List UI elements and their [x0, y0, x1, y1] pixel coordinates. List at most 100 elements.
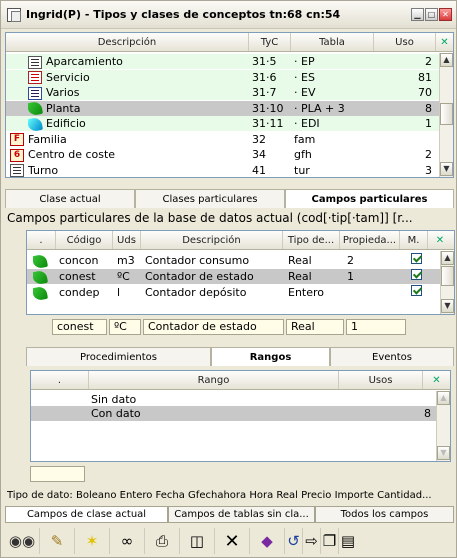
col-m[interactable]: M.	[400, 231, 428, 249]
tree-row-tyc: 31·10	[252, 101, 284, 115]
tree-row-uso: 1	[425, 117, 432, 130]
campos-row-prop	[347, 285, 403, 300]
rango-row[interactable]: Con dato 8	[31, 406, 436, 421]
tree-row-uso: 81	[418, 70, 432, 84]
printer-icon[interactable]: ⎙	[145, 528, 180, 554]
tree-row[interactable]: Planta 31·10 · PLA + 3 8	[6, 100, 439, 116]
rango-row-usos: 8	[424, 407, 431, 420]
codigo-field[interactable]: conest	[52, 319, 107, 335]
star-icon[interactable]: ✶	[75, 528, 110, 554]
uds-field[interactable]: ºC	[109, 319, 141, 335]
scroll-down-icon[interactable]: ▼	[441, 299, 454, 313]
tree-row[interactable]: Turno 41 tur 3	[6, 163, 439, 178]
col-codigo[interactable]: Código	[56, 231, 113, 249]
copy-icon[interactable]: ❐	[321, 528, 339, 554]
grid-options-icon[interactable]: ✕	[428, 231, 452, 249]
campos-row-desc: Contador depósito	[145, 286, 247, 299]
tree-row[interactable]: Aparcamiento 31·5 · EP 2	[6, 54, 439, 69]
tree-row[interactable]: Varios 31·7 · EV 70	[6, 85, 439, 100]
green-leaf-icon	[33, 285, 49, 300]
eraser-icon[interactable]: ◆	[250, 528, 285, 554]
green-leaf-icon	[33, 269, 49, 284]
descripcion-field[interactable]: Contador de estado	[143, 319, 284, 335]
col-tipo[interactable]: Tipo de...	[283, 231, 340, 249]
scroll-thumb[interactable]	[440, 103, 453, 125]
tree-row[interactable]: 6 Centro de coste 34 gfh 2	[6, 147, 439, 162]
campos-scrollbar[interactable]: ▲ ▼	[440, 251, 454, 314]
rangos-grid: . Rango Usos ✕ Sin dato Con dato 8 ▲ ▼	[30, 370, 451, 462]
tipo-field[interactable]: Real	[286, 319, 344, 335]
tab-procedimientos[interactable]: Procedimientos	[26, 347, 211, 366]
m-checkbox[interactable]	[411, 269, 422, 280]
tab-clase-actual[interactable]: Clase actual	[5, 189, 135, 208]
tree-row-desc: Familia	[28, 132, 67, 146]
scroll-up-icon[interactable]: ▲	[441, 251, 454, 265]
tab-clases-particulares[interactable]: Clases particulares	[135, 189, 285, 208]
tree-row-desc: Servicio	[46, 70, 90, 84]
scroll-up-icon[interactable]: ▲	[440, 53, 453, 67]
campos-row-tipo: Real	[288, 270, 312, 283]
paste-icon[interactable]: ▤	[339, 528, 357, 554]
notepad-icon[interactable]: ✎	[40, 528, 75, 554]
tree-grid: Descripción TyC Tabla Uso ✕ Aparcamiento…	[5, 32, 454, 178]
campos-grid: . Código Uds Descripción Tipo de... Prop…	[26, 230, 455, 315]
grid-options-icon[interactable]: ✕	[436, 33, 453, 51]
col-descripcion[interactable]: Descripción	[141, 231, 283, 249]
col-usos[interactable]: Usos	[339, 371, 423, 389]
col-rango[interactable]: Rango	[89, 371, 339, 389]
campos-row-codigo: conest	[59, 270, 96, 283]
col-tabla[interactable]: Tabla	[291, 33, 374, 51]
scroll-down-icon[interactable]: ▼	[437, 446, 450, 460]
tree-row-tyc: 32	[252, 132, 266, 146]
scroll-down-icon[interactable]: ▼	[440, 162, 453, 176]
col-uds[interactable]: Uds	[113, 231, 141, 249]
tree-row[interactable]: Servicio 31·6 · ES 81	[6, 69, 439, 85]
campos-row[interactable]: condep l Contador depósito Entero	[27, 285, 440, 300]
col-descripcion[interactable]: Descripción	[6, 33, 249, 51]
cyan-leaf-icon	[28, 116, 44, 131]
green-leaf-icon	[28, 100, 44, 116]
tab-todos-los-campos[interactable]: Todos los campos	[315, 506, 454, 523]
tree-row-desc: Varios	[46, 86, 80, 99]
tab-rangos[interactable]: Rangos	[211, 347, 330, 366]
rango-edit-field[interactable]	[30, 466, 85, 482]
propiedad-field[interactable]: 1	[346, 319, 406, 335]
doc-icon	[10, 164, 24, 177]
close-button[interactable]: ✕	[439, 8, 452, 21]
tree-row-tyc: 31·5	[252, 55, 277, 68]
tree-scrollbar[interactable]: ▲ ▼	[439, 53, 453, 177]
tree-row[interactable]: F Familia 32 fam	[6, 132, 439, 147]
col-dot[interactable]: .	[31, 371, 89, 389]
tab-campos-clase-actual[interactable]: Campos de clase actual	[5, 506, 168, 523]
binoculars-icon[interactable]: ◉◉	[5, 528, 40, 554]
network-icon[interactable]: ◫	[180, 528, 215, 554]
rango-row-usos	[341, 392, 431, 407]
m-checkbox[interactable]	[411, 253, 422, 264]
tab-eventos[interactable]: Eventos	[330, 347, 454, 366]
delete-icon[interactable]: ✕	[215, 528, 250, 554]
tab-campos-particulares[interactable]: Campos particulares	[285, 189, 454, 208]
tab-campos-tablas-sin-clase[interactable]: Campos de tablas sin cla...	[168, 506, 315, 523]
refresh-icon[interactable]: ↺	[285, 528, 303, 554]
status-text: Tipo de dato: Boleano Entero Fecha Gfech…	[7, 490, 432, 501]
col-dot[interactable]: .	[27, 231, 56, 249]
scroll-up-icon[interactable]: ▲	[437, 391, 450, 405]
campos-row[interactable]: concon m3 Contador consumo Real 2	[27, 253, 440, 268]
col-uso[interactable]: Uso	[374, 33, 436, 51]
rangos-scrollbar[interactable]: ▲ ▼	[436, 391, 450, 461]
campos-caption: Campos particulares de la base de datos …	[7, 211, 413, 225]
tree-row-tabla: · ES	[294, 70, 315, 84]
tree-row-uso	[376, 132, 432, 147]
maximize-button[interactable]: □	[425, 8, 438, 21]
export-icon[interactable]: ⇨	[303, 528, 321, 554]
m-checkbox[interactable]	[411, 285, 422, 296]
link-icon[interactable]: ∞	[110, 528, 145, 554]
col-tyc[interactable]: TyC	[249, 33, 291, 51]
campos-row[interactable]: conest ºC Contador de estado Real 1	[27, 269, 440, 284]
col-propiedad[interactable]: Propieda...	[340, 231, 400, 249]
scroll-thumb[interactable]	[441, 266, 454, 286]
minimize-button[interactable]: ▁	[411, 8, 424, 21]
tree-row[interactable]: Edificio 31·11 · EDI 1	[6, 116, 439, 131]
grid-options-icon[interactable]: ✕	[423, 371, 450, 389]
rango-row[interactable]: Sin dato	[31, 392, 436, 407]
